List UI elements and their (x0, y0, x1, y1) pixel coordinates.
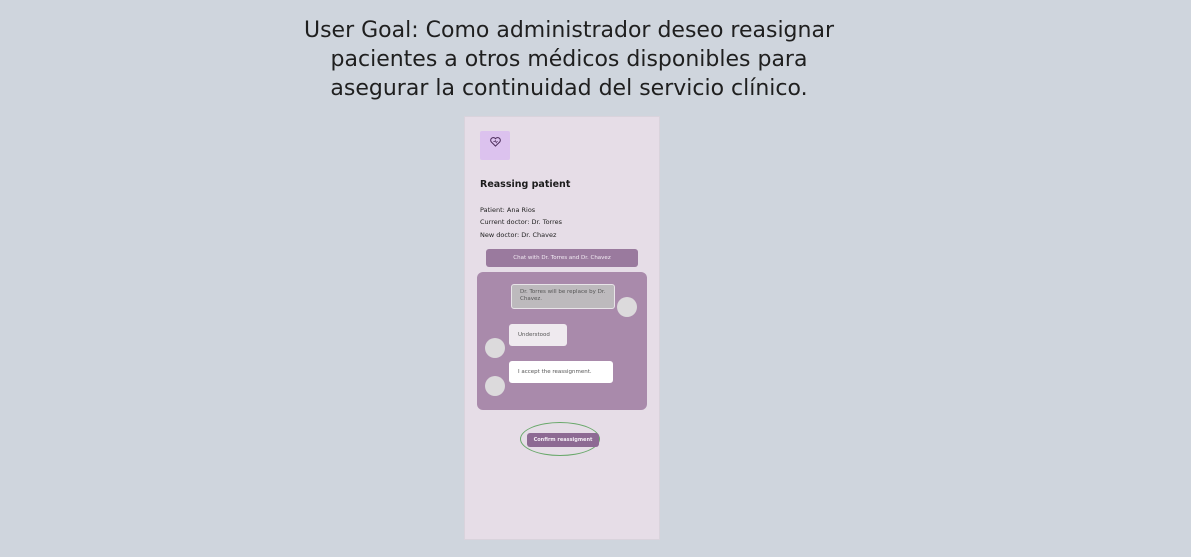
user-goal-line: asegurar la continuidad del servicio clí… (330, 76, 808, 101)
avatar (485, 376, 505, 396)
avatar (485, 338, 505, 358)
patient-label: Patient: Ana Rios (480, 206, 536, 214)
app-logo (480, 131, 510, 160)
chat-message-outgoing: Understood (509, 324, 567, 346)
mobile-screen: Reassing patient Patient: Ana Rios Curre… (465, 117, 659, 539)
chat-header: Chat with Dr. Torres and Dr. Chavez (486, 249, 638, 267)
user-goal-heading: User Goal: Como administrador deseo reas… (0, 16, 1138, 103)
current-doctor-label: Current doctor: Dr. Torres (480, 218, 563, 226)
avatar (617, 297, 637, 317)
chat-message-outgoing: I accept the reassignment. (509, 361, 613, 383)
page-title: Reassing patient (480, 179, 571, 190)
heart-icon (490, 137, 501, 147)
confirm-reassignment-button[interactable]: Confirm reassigment (527, 433, 599, 447)
new-doctor-label: New doctor: Dr. Chavez (480, 231, 557, 239)
user-goal-line: User Goal: Como administrador deseo reas… (303, 18, 834, 43)
chat-panel[interactable]: Dr. Torres will be replace by Dr. Chavez… (477, 272, 647, 410)
user-goal-line: pacientes a otros médicos disponibles pa… (330, 47, 808, 72)
chat-message-incoming: Dr. Torres will be replace by Dr. Chavez… (511, 284, 615, 309)
